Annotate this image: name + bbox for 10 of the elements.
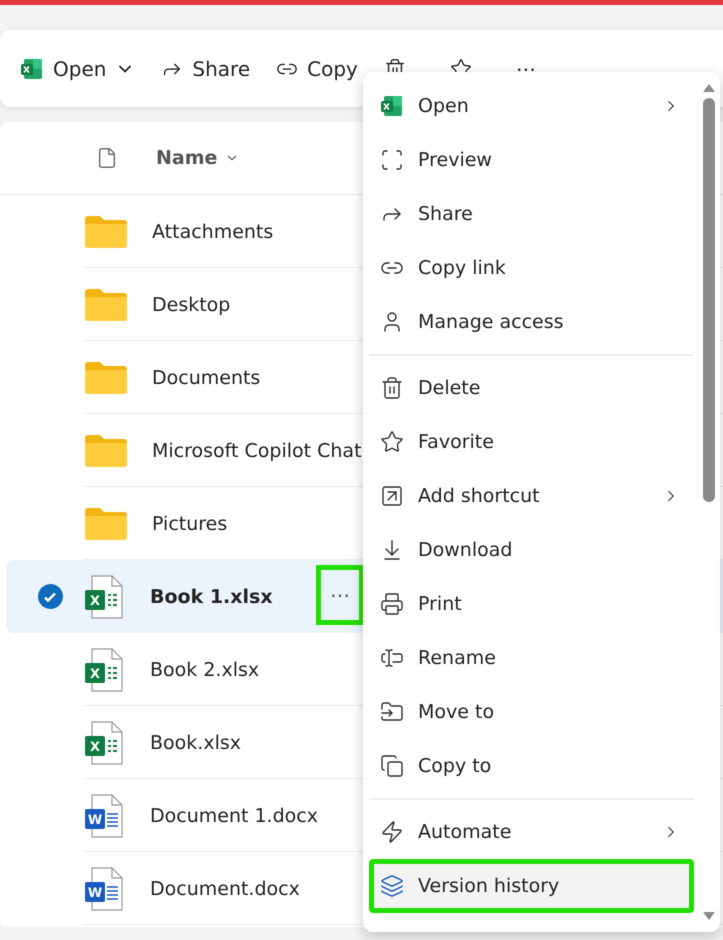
- file-name: Book.xlsx: [150, 732, 241, 754]
- file-name: Book 1.xlsx: [150, 586, 273, 608]
- file-name: Microsoft Copilot Chat: [152, 440, 362, 462]
- file-name: Pictures: [152, 512, 228, 534]
- file-name: Document.docx: [150, 878, 300, 900]
- file-name: Desktop: [152, 294, 230, 316]
- file-name: Book 2.xlsx: [150, 658, 260, 680]
- file-name: Documents: [152, 366, 260, 388]
- file-name: Attachments: [152, 220, 274, 242]
- file-name: Document 1.docx: [150, 804, 318, 826]
